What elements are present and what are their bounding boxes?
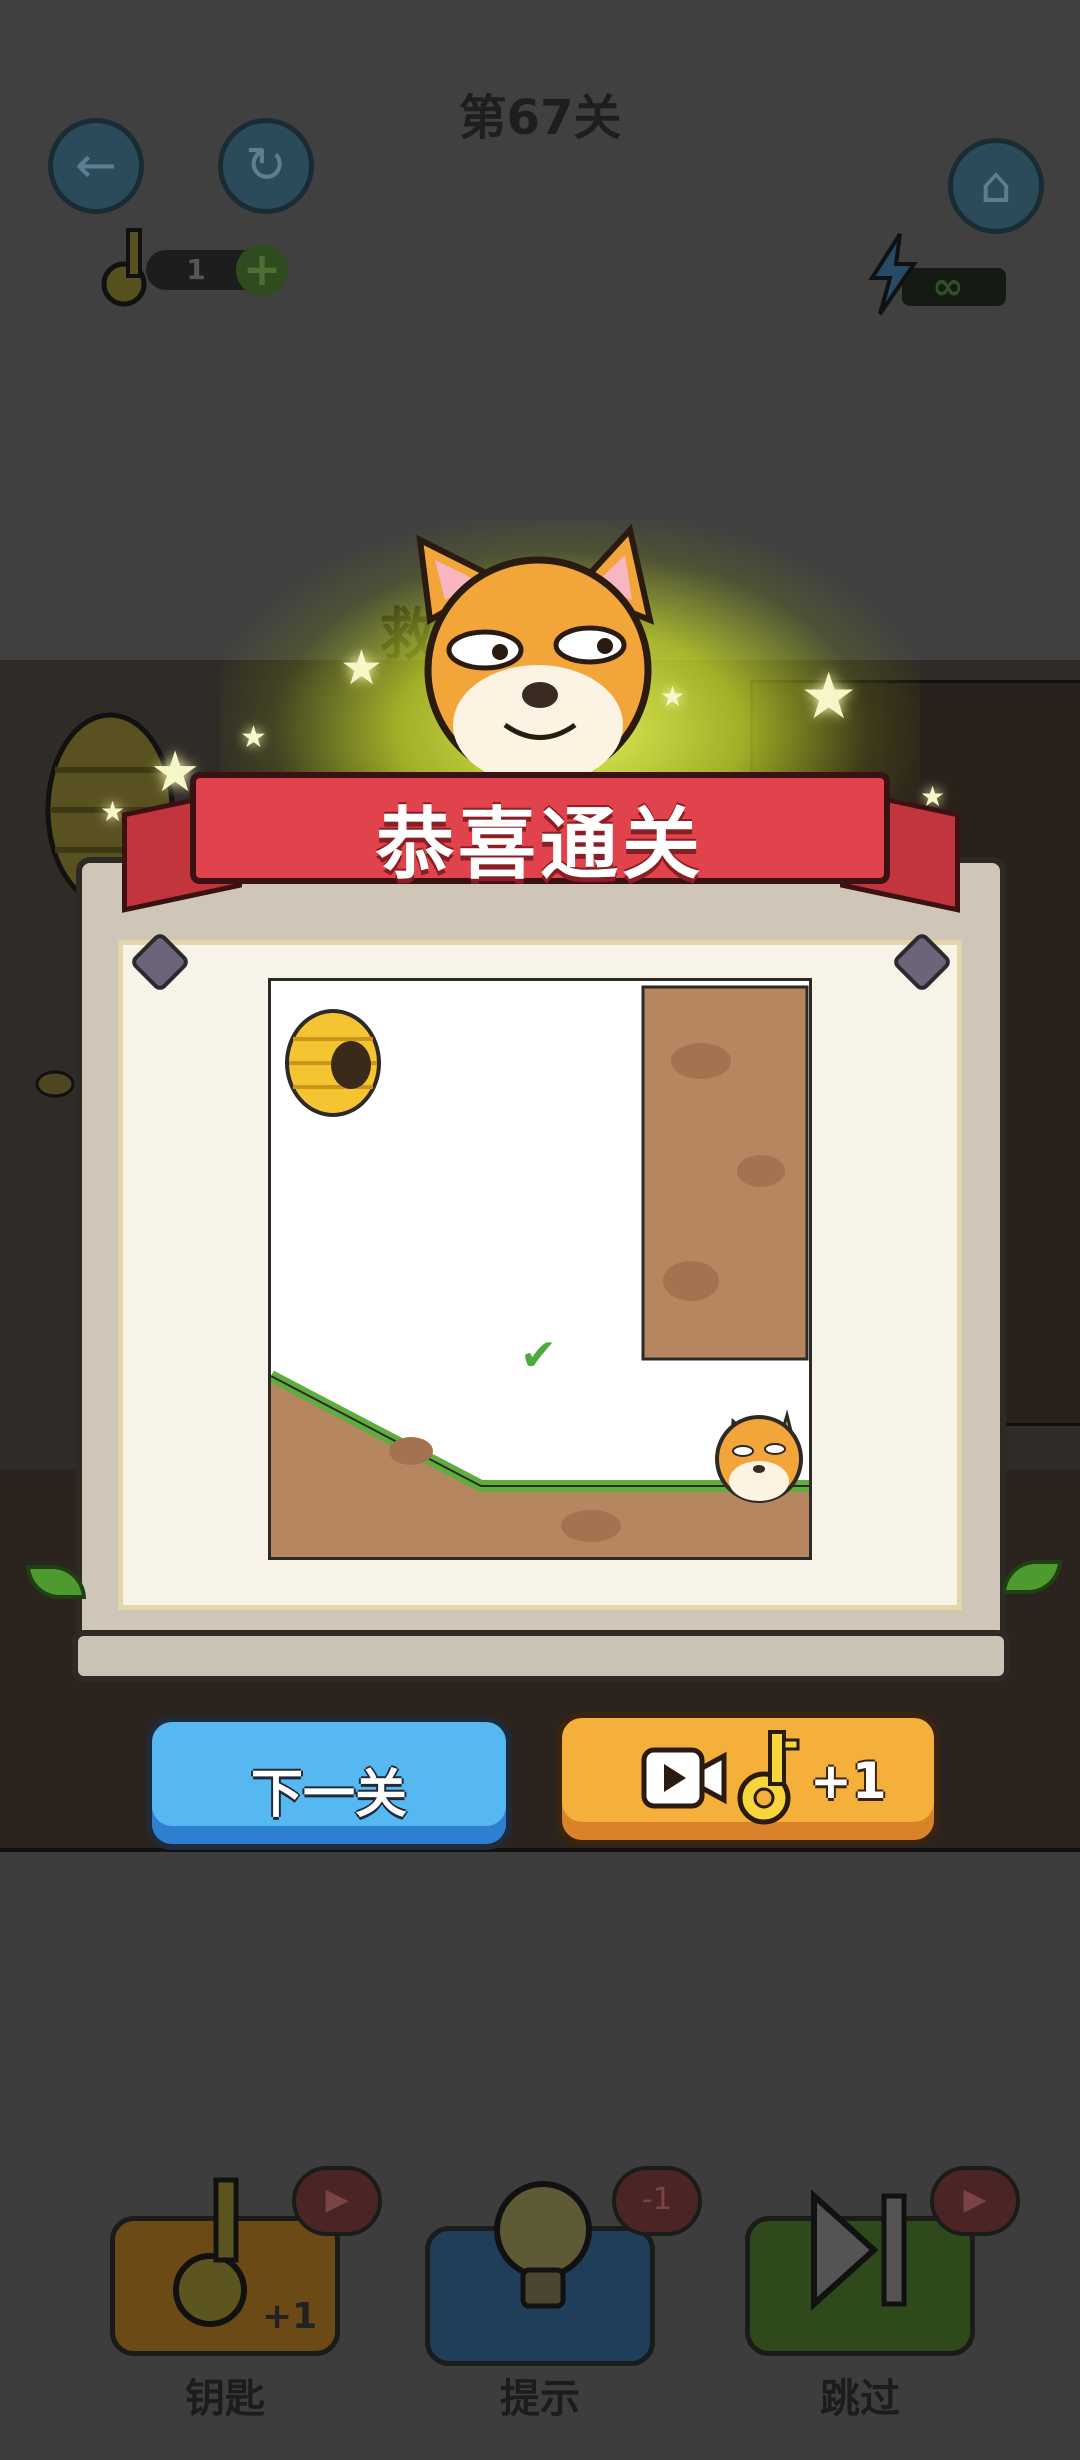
key-tool-video-badge: ▶ [292,2166,382,2236]
key-reward-icon [737,1730,800,1825]
key-count: 1 [186,253,206,286]
key-tool-reward: +1 [262,2296,318,2337]
home-button[interactable]: ⌂ [948,138,1044,234]
add-keys-button[interactable]: + [236,244,288,296]
skip-tool-video-badge: ▶ [930,2166,1020,2236]
video-reward-label: +1 [810,1752,887,1810]
video-icon: ▶ [963,2182,987,2217]
level-title: 第67关 [458,90,622,146]
energy-counter: ∞ [862,228,1012,318]
level-preview-scene [271,985,809,1557]
beehive-icon [285,1009,381,1117]
hint-tool-badge: -1 [612,2166,702,2236]
shiba-ball-icon [715,1409,803,1503]
video-camera-icon [641,1747,727,1809]
hint-cost: -1 [642,2182,672,2217]
energy-value: ∞ [932,264,964,308]
back-button[interactable]: ← [48,118,144,214]
key-counter: 1 + [98,222,298,312]
lightning-icon [868,232,918,316]
key-icon [101,228,147,307]
arrow-left-icon: ← [75,136,117,194]
restart-icon: ↻ [245,136,287,194]
background-bee-icon [35,1070,75,1098]
congrats-banner-text: 恭喜通关 [375,800,704,890]
key-tool-label: 钥匙 [185,2376,265,2422]
hint-tool-label: 提示 [500,2376,580,2422]
background-ground-line [0,1848,1080,1852]
checkmark-icon: ✔ [520,1330,557,1381]
lightbulb-icon [494,2181,592,2309]
star-icon: ★ [240,720,267,755]
star-icon: ★ [800,660,858,734]
skip-tool-label: 跳过 [820,2376,900,2422]
skip-icon [811,2189,907,2311]
level-preview [268,978,812,1560]
shiba-mascot-icon [416,523,655,785]
result-frame-base [72,1630,1010,1682]
star-icon: ★ [340,640,384,696]
video-icon: ▶ [325,2182,349,2217]
restart-button[interactable]: ↻ [218,118,314,214]
next-level-label: 下一关 [250,1765,407,1825]
home-icon: ⌂ [980,156,1012,214]
